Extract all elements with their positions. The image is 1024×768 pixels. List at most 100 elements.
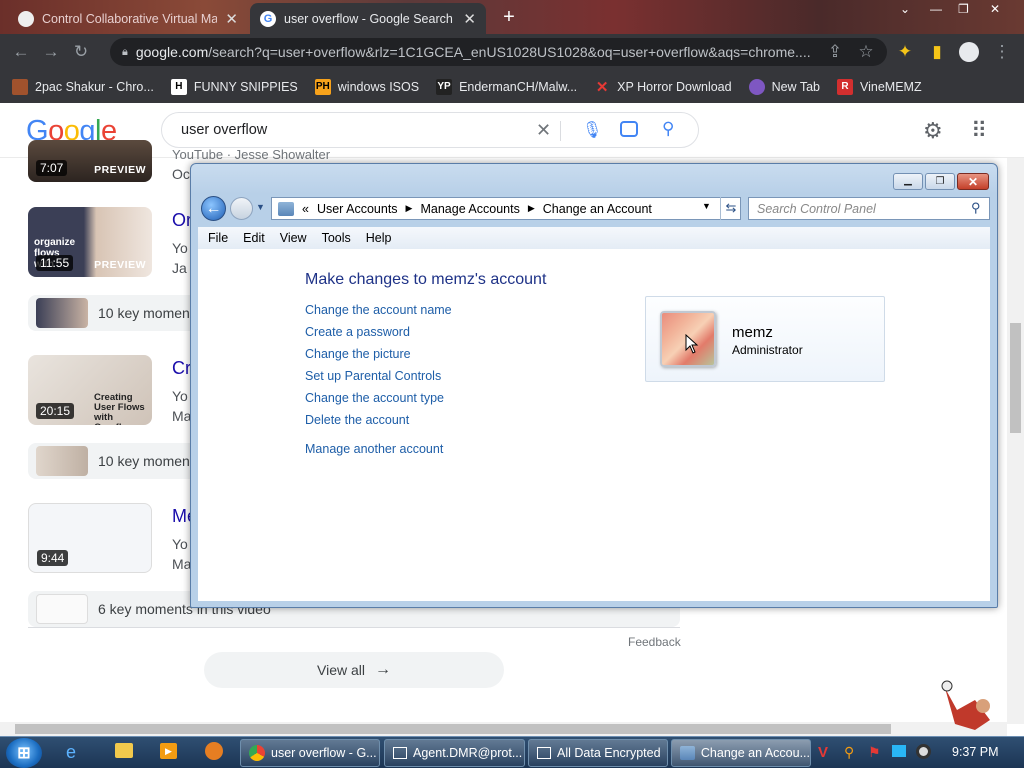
change-name-link[interactable]: Change the account name: [305, 303, 452, 317]
close-window-icon[interactable]: ✕: [957, 173, 989, 190]
bookmark-item[interactable]: R VineMEMZ: [837, 78, 922, 95]
apps-grid-icon[interactable]: ⠿: [971, 118, 987, 144]
taskbar-button-chrome[interactable]: user overflow - G...: [240, 739, 380, 767]
chrome-icon: [249, 745, 265, 761]
account-card: memz Administrator: [645, 296, 885, 382]
back-icon[interactable]: ←: [6, 37, 36, 67]
menu-file[interactable]: File: [208, 231, 228, 245]
manage-another-account-link[interactable]: Manage another account: [305, 442, 443, 456]
menu-edit[interactable]: Edit: [243, 231, 265, 245]
scrollbar-thumb[interactable]: [15, 724, 891, 734]
account-name: memz: [732, 324, 773, 341]
search-icon[interactable]: ⚲: [971, 200, 981, 216]
minimize-icon[interactable]: ▁: [893, 173, 923, 190]
breadcrumb-user-accounts[interactable]: User Accounts: [317, 202, 398, 216]
clear-icon[interactable]: ✕: [536, 120, 551, 141]
scrollbar-thumb[interactable]: [1010, 323, 1021, 433]
reload-icon[interactable]: ↻: [66, 37, 96, 67]
back-icon[interactable]: ←: [201, 196, 226, 221]
taskbar-button-encrypted[interactable]: All Data Encrypted: [528, 739, 668, 767]
result-title[interactable]: Or: [172, 210, 192, 231]
video-thumbnail[interactable]: 7:07 PREVIEW: [28, 140, 152, 182]
vertical-scrollbar[interactable]: [1007, 158, 1024, 724]
profile-avatar-icon[interactable]: [954, 37, 984, 67]
history-dropdown-icon[interactable]: ▼: [256, 202, 265, 212]
tray-monitor-icon[interactable]: [892, 745, 906, 757]
cp-search-input[interactable]: Search Control Panel ⚲: [748, 197, 990, 220]
chevron-down-icon[interactable]: ⌄: [900, 2, 910, 16]
divider: [28, 627, 680, 628]
address-bar[interactable]: 🔒︎ google.com/search?q=user+overflow&rlz…: [110, 38, 887, 66]
breadcrumb-overflow-icon[interactable]: «: [302, 202, 309, 216]
parental-controls-link[interactable]: Set up Parental Controls: [305, 369, 441, 383]
change-picture-link[interactable]: Change the picture: [305, 347, 411, 361]
forward-icon[interactable]: [230, 197, 253, 220]
refresh-icon[interactable]: ⇆: [720, 197, 741, 220]
page-title: Make changes to memz's account: [305, 271, 547, 288]
sidepanel-icon[interactable]: ▮: [922, 37, 952, 67]
bookmark-item[interactable]: 2pac Shakur - Chro...: [12, 78, 154, 95]
camera-lens-icon[interactable]: [620, 121, 638, 137]
media-player-icon[interactable]: ▶: [160, 743, 177, 759]
taskbar-button-control-panel[interactable]: Change an Accou...: [671, 739, 811, 767]
bookmark-item[interactable]: H FUNNY SNIPPIES: [170, 78, 298, 95]
extensions-icon[interactable]: ✦: [890, 37, 920, 67]
breadcrumb-change-account[interactable]: Change an Account: [543, 202, 652, 216]
share-icon[interactable]: ⇪: [820, 37, 850, 67]
clock[interactable]: 9:37 PM: [952, 745, 999, 759]
breadcrumb-manage-accounts[interactable]: Manage Accounts: [420, 202, 519, 216]
control-panel-icon: [680, 746, 695, 760]
close-tab-icon[interactable]: ✕: [225, 10, 238, 28]
video-thumbnail[interactable]: organize flows with 11:55 PREVIEW: [28, 207, 152, 277]
cp-address-bar[interactable]: « User Accounts ▶ Manage Accounts ▶ Chan…: [271, 197, 741, 220]
tab-strip: Control Collaborative Virtual Ma ✕ G use…: [0, 0, 1024, 34]
address-dropdown-icon[interactable]: ▼: [702, 201, 711, 211]
video-thumbnail[interactable]: 9:44: [28, 503, 152, 573]
paint-icon[interactable]: [205, 742, 223, 760]
search-icon[interactable]: ⚲: [662, 119, 674, 139]
tray-flag-icon[interactable]: ⚑: [868, 744, 881, 761]
menu-help[interactable]: Help: [366, 231, 392, 245]
tray-v-icon[interactable]: V: [818, 744, 828, 761]
settings-gear-icon[interactable]: ⚙: [923, 118, 943, 144]
video-thumbnail[interactable]: Creating User Flows with Overflow 20:15: [28, 355, 152, 425]
arrow-right-icon: →: [375, 661, 391, 678]
github-icon: [18, 10, 34, 27]
tray-search-icon[interactable]: ⚲: [844, 744, 854, 761]
lock-icon: 🔒︎: [122, 45, 128, 58]
ie-icon[interactable]: e: [66, 742, 76, 763]
minimize-icon[interactable]: —: [930, 2, 942, 16]
menu-tools[interactable]: Tools: [322, 231, 351, 245]
change-account-type-link[interactable]: Change the account type: [305, 391, 444, 405]
new-tab-button[interactable]: +: [498, 6, 520, 28]
bookmark-item[interactable]: New Tab: [748, 78, 820, 95]
menu-kebab-icon[interactable]: ⋮: [987, 37, 1017, 67]
result-title[interactable]: Cr: [172, 358, 191, 379]
result-source: YouTube · Jesse Showalter: [172, 147, 331, 160]
folder-icon[interactable]: [115, 743, 133, 758]
maximize-icon[interactable]: ❐: [958, 2, 969, 16]
search-input[interactable]: user overflow ✕ 🎙︎ ⚲: [161, 112, 699, 148]
feedback-link[interactable]: Feedback: [628, 635, 681, 649]
close-tab-icon[interactable]: ✕: [463, 10, 476, 28]
close-window-icon[interactable]: ✕: [990, 2, 1000, 16]
tray-disc-icon[interactable]: [916, 744, 931, 759]
result-source: Yo: [172, 536, 188, 552]
taskbar-button-agent[interactable]: Agent.DMR@prot...: [384, 739, 525, 767]
view-all-button[interactable]: View all →: [204, 652, 504, 688]
bookmark-star-icon[interactable]: ☆: [851, 37, 881, 67]
mic-icon[interactable]: 🎙︎: [582, 120, 602, 140]
horizontal-scrollbar[interactable]: [0, 722, 1007, 736]
bookmark-item[interactable]: ✕ XP Horror Download: [594, 79, 732, 96]
delete-account-link[interactable]: Delete the account: [305, 413, 409, 427]
create-password-link[interactable]: Create a password: [305, 325, 410, 339]
bookmark-item[interactable]: YP EndermanCH/Malw...: [436, 78, 577, 95]
maximize-icon[interactable]: ❐: [925, 173, 955, 190]
tab-control-collaborative[interactable]: Control Collaborative Virtual Ma ✕: [8, 3, 248, 34]
globe-icon: [748, 78, 765, 95]
tab-google-search[interactable]: G user overflow - Google Search ✕: [250, 3, 486, 34]
forward-icon[interactable]: →: [36, 37, 66, 67]
bookmark-item[interactable]: PH windows ISOS: [314, 78, 419, 95]
menu-view[interactable]: View: [280, 231, 307, 245]
start-button[interactable]: ⊞: [6, 738, 42, 768]
